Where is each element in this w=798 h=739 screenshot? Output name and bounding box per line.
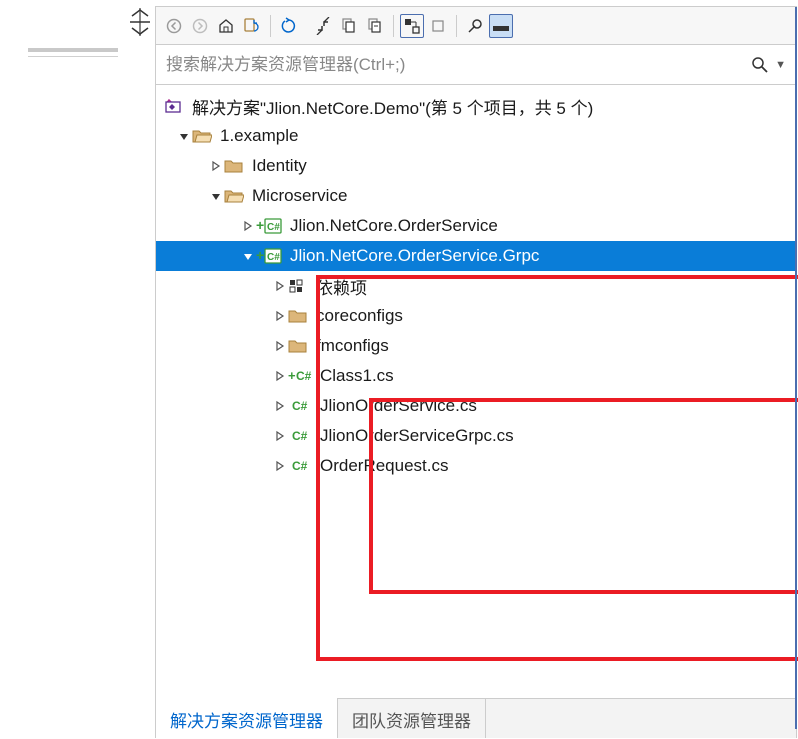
- expander-expanded-icon[interactable]: [176, 130, 192, 142]
- expander-expanded-icon[interactable]: [208, 190, 224, 202]
- tab-team-explorer[interactable]: 团队资源管理器: [338, 699, 486, 738]
- splitter-handle[interactable]: [128, 6, 152, 38]
- expander-expanded-icon[interactable]: [240, 250, 256, 262]
- csharp-project-icon: +C#: [256, 247, 282, 265]
- solution-icon: [164, 97, 184, 115]
- folder-node-fmconfigs[interactable]: fmconfigs: [156, 331, 796, 361]
- toolbar: [156, 7, 796, 45]
- dock-button[interactable]: [489, 14, 513, 38]
- folder-icon: [288, 308, 308, 324]
- expander-collapsed-icon[interactable]: [272, 280, 288, 292]
- node-label: Jlion.NetCore.OrderService: [290, 216, 498, 236]
- nav-forward-button[interactable]: [188, 14, 212, 38]
- node-label: Class1.cs: [320, 366, 394, 386]
- collapse-all-button[interactable]: [311, 14, 335, 38]
- solution-node[interactable]: 解决方案"Jlion.NetCore.Demo"(第 5 个项目，共 5 个): [156, 91, 796, 121]
- node-label: fmconfigs: [316, 336, 389, 356]
- csharp-file-icon: C#: [288, 398, 312, 414]
- solution-title-prefix: 解决方案": [192, 99, 266, 118]
- csharp-file-icon: C#: [288, 458, 312, 474]
- node-label: JlionOrderServiceGrpc.cs: [320, 426, 514, 446]
- csharp-file-new-icon: +C#: [288, 368, 312, 384]
- folder-icon: [224, 158, 244, 174]
- expander-collapsed-icon[interactable]: [208, 160, 224, 172]
- file-node-orderreq[interactable]: C# OrderRequest.cs: [156, 451, 796, 481]
- csharp-file-icon: C#: [288, 428, 312, 444]
- node-label: Jlion.NetCore.OrderService.Grpc: [290, 246, 539, 266]
- show-all-files-button[interactable]: [337, 14, 361, 38]
- file-node-class1[interactable]: +C# Class1.cs: [156, 361, 796, 391]
- svg-text:C#: C#: [292, 459, 308, 473]
- folder-node-example[interactable]: 1.example: [156, 121, 796, 151]
- node-label: Microservice: [252, 186, 347, 206]
- folder-node-coreconfigs[interactable]: coreconfigs: [156, 301, 796, 331]
- solution-name: Jlion.NetCore.Demo: [266, 99, 419, 118]
- expander-collapsed-icon[interactable]: [272, 400, 288, 412]
- toolbar-separator: [393, 15, 394, 37]
- folder-open-icon: [224, 188, 244, 204]
- svg-text:C#: C#: [292, 399, 308, 413]
- solution-title-suffix: "(第 5 个项目，共 5 个): [419, 99, 593, 118]
- svg-text:C#: C#: [267, 252, 280, 263]
- folder-node-identity[interactable]: Identity: [156, 151, 796, 181]
- svg-text:C#: C#: [292, 429, 308, 443]
- nav-back-button[interactable]: [162, 14, 186, 38]
- svg-text:C#: C#: [267, 222, 280, 233]
- node-label: 依赖项: [316, 274, 367, 299]
- svg-text:+: +: [256, 247, 264, 263]
- search-dropdown-icon[interactable]: ▼: [775, 59, 786, 71]
- expander-collapsed-icon[interactable]: [272, 460, 288, 472]
- tab-solution-explorer[interactable]: 解决方案资源管理器: [156, 698, 338, 738]
- search-bar: ▼: [156, 45, 796, 85]
- search-input[interactable]: [166, 51, 749, 79]
- search-icon[interactable]: [749, 54, 771, 76]
- project-node-grpc[interactable]: +C# Jlion.NetCore.OrderService.Grpc: [156, 241, 796, 271]
- tab-bar: 解决方案资源管理器 团队资源管理器: [156, 698, 796, 738]
- file-node-svc-grpc[interactable]: C# JlionOrderServiceGrpc.cs: [156, 421, 796, 451]
- folder-open-icon: [192, 128, 212, 144]
- node-label: 1.example: [220, 126, 298, 146]
- dependencies-icon: [288, 278, 308, 294]
- view-class-diagram-button[interactable]: [400, 14, 424, 38]
- expander-collapsed-icon[interactable]: [272, 430, 288, 442]
- properties-button[interactable]: [463, 14, 487, 38]
- sync-active-doc-button[interactable]: [240, 14, 264, 38]
- node-label: OrderRequest.cs: [320, 456, 449, 476]
- node-label: JlionOrderService.cs: [320, 396, 477, 416]
- svg-text:C#: C#: [296, 369, 312, 383]
- expander-collapsed-icon[interactable]: [240, 220, 256, 232]
- csharp-project-icon: +C#: [256, 217, 282, 235]
- home-button[interactable]: [214, 14, 238, 38]
- expander-collapsed-icon[interactable]: [272, 340, 288, 352]
- preview-selected-button[interactable]: [363, 14, 387, 38]
- folder-icon: [288, 338, 308, 354]
- folder-node-microservice[interactable]: Microservice: [156, 181, 796, 211]
- node-label: coreconfigs: [316, 306, 403, 326]
- view-history-button[interactable]: [426, 14, 450, 38]
- expander-collapsed-icon[interactable]: [272, 370, 288, 382]
- toolbar-separator: [270, 15, 271, 37]
- expander-collapsed-icon[interactable]: [272, 310, 288, 322]
- node-label: Identity: [252, 156, 307, 176]
- tree: 解决方案"Jlion.NetCore.Demo"(第 5 个项目，共 5 个) …: [156, 85, 796, 697]
- refresh-button[interactable]: [277, 14, 301, 38]
- file-node-svc[interactable]: C# JlionOrderService.cs: [156, 391, 796, 421]
- svg-text:+: +: [288, 368, 296, 383]
- project-node-orderservice[interactable]: +C# Jlion.NetCore.OrderService: [156, 211, 796, 241]
- svg-text:+: +: [256, 217, 264, 233]
- toolbar-separator: [456, 15, 457, 37]
- dependencies-node[interactable]: 依赖项: [156, 271, 796, 301]
